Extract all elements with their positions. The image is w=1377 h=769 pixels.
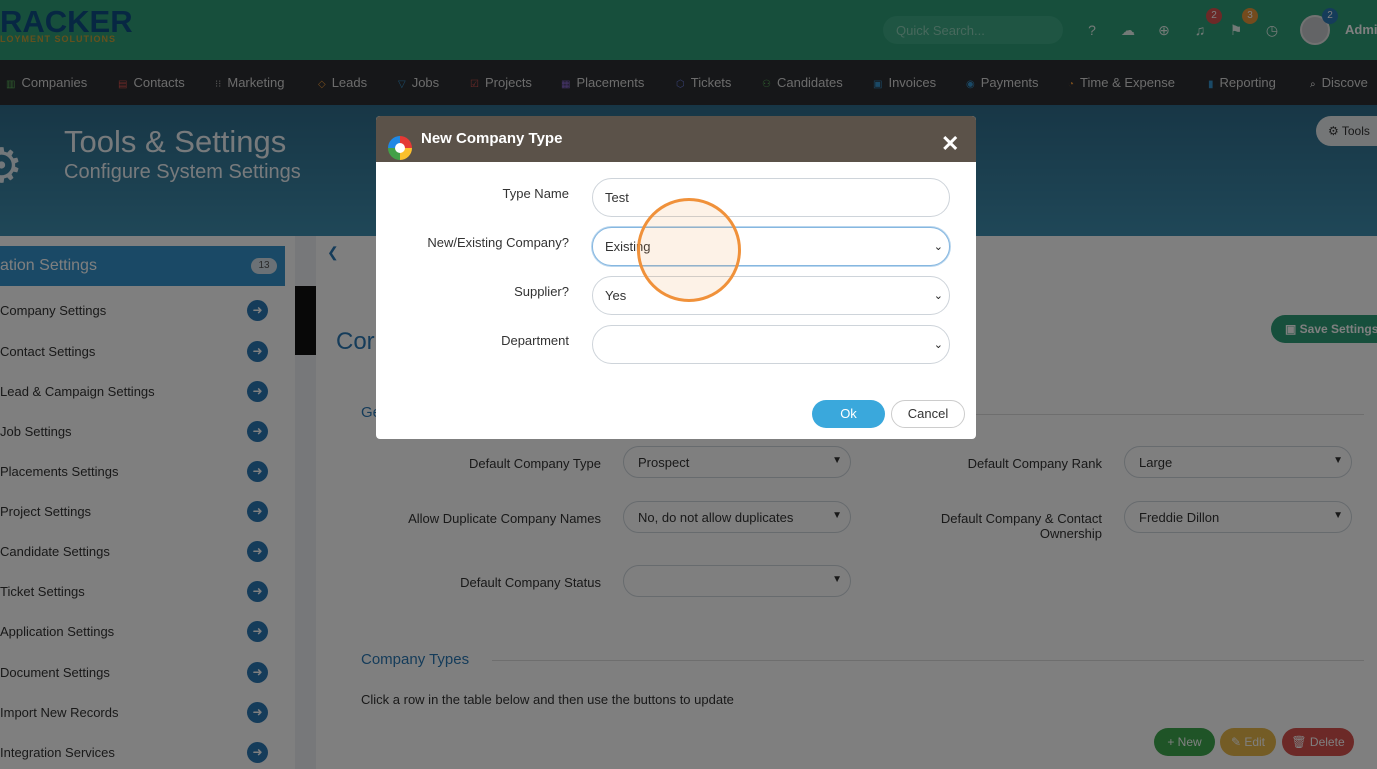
department-select[interactable]: ⌄: [592, 325, 950, 364]
cancel-button[interactable]: Cancel: [891, 400, 965, 428]
chevron-down-icon: ⌄: [933, 339, 943, 351]
type-name-label: Type Name: [502, 186, 569, 201]
department-label: Department: [501, 333, 569, 348]
dialog-title: New Company Type: [421, 130, 563, 147]
new-existing-label: New/Existing Company?: [427, 235, 569, 250]
chevron-down-icon: ⌄: [933, 241, 943, 253]
supplier-select[interactable]: Yes ⌄: [592, 276, 950, 315]
type-name-input[interactable]: Test: [592, 178, 950, 217]
close-icon[interactable]: ✕: [941, 133, 959, 155]
input-value: Test: [605, 190, 629, 205]
app-logo-icon: [388, 136, 412, 160]
select-value: Yes: [605, 288, 627, 303]
click-highlight: [637, 198, 741, 302]
chevron-down-icon: ⌄: [933, 290, 943, 302]
ok-button[interactable]: Ok: [812, 400, 885, 428]
supplier-label: Supplier?: [514, 284, 569, 299]
